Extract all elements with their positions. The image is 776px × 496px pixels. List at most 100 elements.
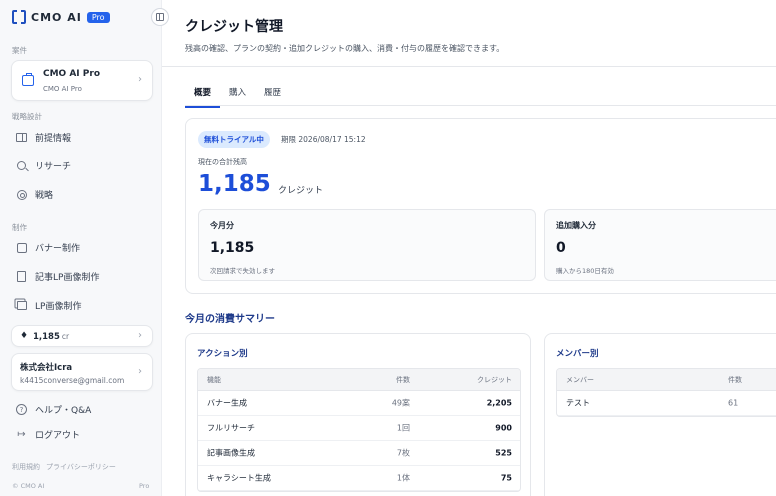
row-name: 記事画像生成 [207,448,255,458]
monthly-value: 1,185 [210,240,255,256]
sidebar-item-research[interactable]: リサーチ [16,159,71,172]
row-count: 7枚 [396,448,410,458]
table-row: 記事画像生成 7枚 525 [198,441,520,466]
action-table: 機能 件数 クレジット バナー生成 49案 2,205 フルリサーチ 1回 90… [197,368,521,492]
header-credit: クレジット [477,375,512,384]
header-member: メンバー [566,375,594,384]
expiry-date: 期限 2026/08/17 15:12 [281,135,366,144]
help-label: ヘルプ・Q&A [35,406,92,416]
header-count: 件数 [728,375,742,384]
help-link[interactable]: ? ヘルプ・Q&A [16,403,91,416]
help-icon: ? [16,404,27,415]
logout-button[interactable]: ↦ ログアウト [16,428,80,441]
chevron-right-icon: › [138,366,142,377]
pro-badge: Pro [86,11,110,23]
chevron-right-icon: › [138,330,142,341]
total-balance-unit: クレジット [278,186,324,196]
monthly-note: 次回請求で失効します [210,267,275,275]
sidebar-toggle-icon [156,13,164,21]
table-row: キャラシート生成 1体 75 [198,466,520,491]
total-balance-value: 1,185 [198,171,271,197]
row-name: バナー生成 [207,398,247,408]
app-logo[interactable]: CMO AI Pro [12,10,110,24]
monthly-title: 今月分 [210,221,234,230]
sidebar-item-label: 戦略 [35,191,54,201]
sidebar-item-article-lp[interactable]: 記事LP画像制作 [16,270,99,283]
sidebar-item-strategy[interactable]: 戦略 [16,188,53,201]
sidebar-item-label: LP画像制作 [35,302,82,312]
terms-link[interactable]: 利用規約 [12,462,40,472]
target-icon [16,189,27,200]
table-row: テスト 61 [557,391,776,416]
sidebar-item-label: バナー制作 [35,244,81,254]
main-content: クレジット管理 残高の確認、プランの契約・追加クレジットの購入、消費・付与の履歴… [162,0,776,496]
tabs-divider [185,105,776,106]
collapse-sidebar-button[interactable] [151,8,169,26]
production-section-label: 制作 [12,223,27,232]
member-table: メンバー 件数 テスト 61 [556,368,776,417]
file-image-icon [17,271,26,282]
row-count: 49案 [391,398,410,408]
sidebar-item-premise[interactable]: 前提情報 [16,131,71,144]
case-title: CMO AI Pro [43,69,101,79]
privacy-link[interactable]: プライバシーポリシー [46,462,116,472]
action-summary-title: アクション別 [197,349,248,359]
credit-balance: 1,185 cr [33,332,70,342]
logout-label: ログアウト [35,431,81,441]
table-header: メンバー 件数 [557,369,776,391]
plan-label: Pro [139,482,150,490]
case-section-label: 案件 [12,46,27,55]
additional-title: 追加購入分 [556,221,596,230]
trial-badge: 無料トライアル中 [198,131,270,148]
layers-icon [16,301,27,310]
sidebar-item-banner[interactable]: バナー制作 [16,241,80,254]
header-name: 機能 [207,375,221,384]
table-row: フルリサーチ 1回 900 [198,416,520,441]
row-credit: 2,205 [486,398,512,408]
row-member: テスト [566,398,590,408]
copyright: © CMO AI [12,482,45,490]
sidebar-item-label: 記事LP画像制作 [35,273,100,283]
row-credit: 75 [500,473,512,483]
gem-icon: ♦ [20,331,29,341]
divider [162,66,776,67]
image-icon [16,242,27,253]
case-selector[interactable]: CMO AI Pro CMO AI Pro › [11,60,153,101]
total-balance-label: 現在の合計残高 [198,158,247,166]
account-card[interactable]: 株式会社Icra k4415converse@gmail.com › [11,353,153,391]
logo-text: CMO AI [31,10,82,24]
member-summary-panel: メンバー別 メンバー 件数 テスト 61 [544,333,776,496]
company-name: 株式会社Icra [20,363,73,373]
row-count: 1回 [396,423,410,433]
page-description: 残高の確認、プランの契約・追加クレジットの購入、消費・付与の履歴を確認できます。 [185,44,505,53]
row-credit: 900 [495,423,512,433]
sidebar-item-label: リサーチ [35,162,72,172]
page-title: クレジット管理 [185,19,283,35]
row-count: 61 [728,398,739,408]
additional-note: 購入から180日有効 [556,267,614,275]
sidebar-item-lp[interactable]: LP画像制作 [16,299,81,312]
sidebar: CMO AI Pro 案件 CMO AI Pro CMO AI Pro › 戦略… [0,0,162,496]
logout-icon: ↦ [17,429,26,440]
chevron-right-icon: › [138,74,142,85]
balance-panel: 無料トライアル中 期限 2026/08/17 15:12 現在の合計残高 1,1… [185,118,776,294]
row-count: 1体 [396,473,410,483]
summary-title: 今月の消費サマリー [185,314,275,325]
table-row: バナー生成 49案 2,205 [198,391,520,416]
additional-value: 0 [556,240,566,256]
account-email: k4415converse@gmail.com [20,376,125,385]
monthly-credit-card: 今月分 1,185 次回請求で失効します [198,209,536,281]
credit-balance-card[interactable]: ♦ 1,185 cr › [11,325,153,347]
logo-icon [12,10,26,24]
header-count: 件数 [396,375,410,384]
row-credit: 525 [495,448,512,458]
row-name: キャラシート生成 [207,473,271,483]
action-summary-panel: アクション別 機能 件数 クレジット バナー生成 49案 2,205 フルリサー… [185,333,531,496]
sidebar-item-label: 前提情報 [35,134,72,144]
case-subtitle: CMO AI Pro [43,85,82,93]
row-name: フルリサーチ [207,423,255,433]
briefcase-icon [22,73,34,86]
footer-links: 利用規約 プライバシーポリシー [12,462,116,472]
table-header: 機能 件数 クレジット [198,369,520,391]
strategy-section-label: 戦略設計 [12,112,42,121]
